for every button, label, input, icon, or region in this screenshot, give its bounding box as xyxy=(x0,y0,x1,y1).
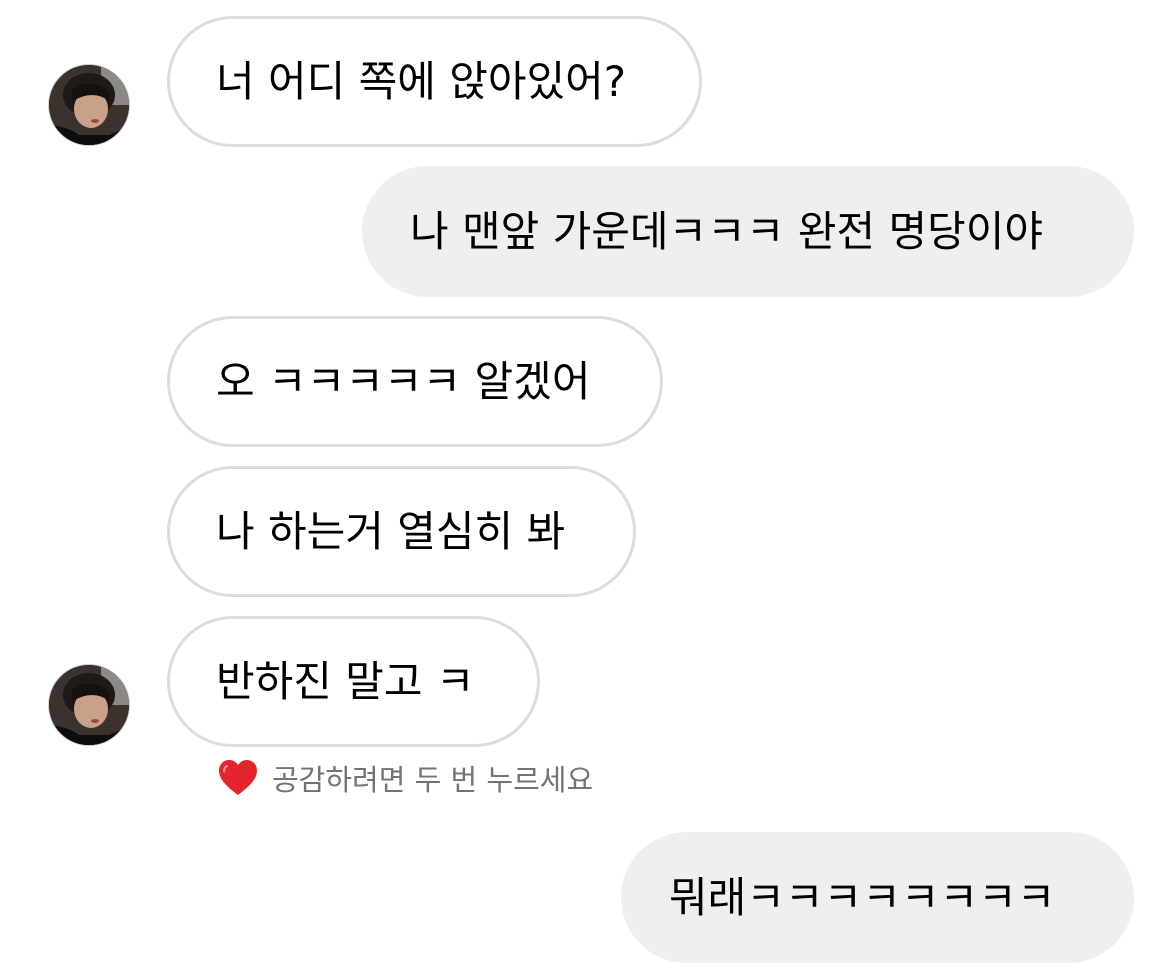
outgoing-message-bubble[interactable]: 나 맨앞 가운데ㅋㅋㅋ 완전 명당이야 xyxy=(362,166,1134,297)
message-text: 나 맨앞 가운데ㅋㅋㅋ 완전 명당이야 xyxy=(410,206,1044,256)
incoming-message-bubble[interactable]: 오 ㅋㅋㅋㅋㅋ 알겠어 xyxy=(167,316,663,447)
message-text: 반하진 말고 ㅋ xyxy=(216,656,475,706)
avatar-photo xyxy=(49,65,129,145)
incoming-message-bubble[interactable]: 나 하는거 열심히 봐 xyxy=(167,466,636,597)
outgoing-message-bubble[interactable]: 뭐래ㅋㅋㅋㅋㅋㅋㅋㅋ xyxy=(621,832,1134,963)
heart-icon[interactable] xyxy=(218,759,258,797)
avatar-photo xyxy=(49,665,129,745)
message-text: 너 어디 쪽에 앉아있어? xyxy=(216,56,627,106)
contact-avatar[interactable] xyxy=(48,664,130,746)
like-hint: 공감하려면 두 번 누르세요 xyxy=(218,756,593,800)
message-text: 뭐래ㅋㅋㅋㅋㅋㅋㅋㅋ xyxy=(669,872,1056,922)
contact-avatar[interactable] xyxy=(48,64,130,146)
incoming-message-bubble[interactable]: 반하진 말고 ㅋ xyxy=(167,616,540,747)
message-text: 오 ㅋㅋㅋㅋㅋ 알겠어 xyxy=(216,356,591,406)
message-text: 나 하는거 열심히 봐 xyxy=(216,506,566,556)
incoming-message-bubble[interactable]: 너 어디 쪽에 앉아있어? xyxy=(167,16,702,147)
like-hint-text: 공감하려면 두 번 누르세요 xyxy=(272,763,594,797)
